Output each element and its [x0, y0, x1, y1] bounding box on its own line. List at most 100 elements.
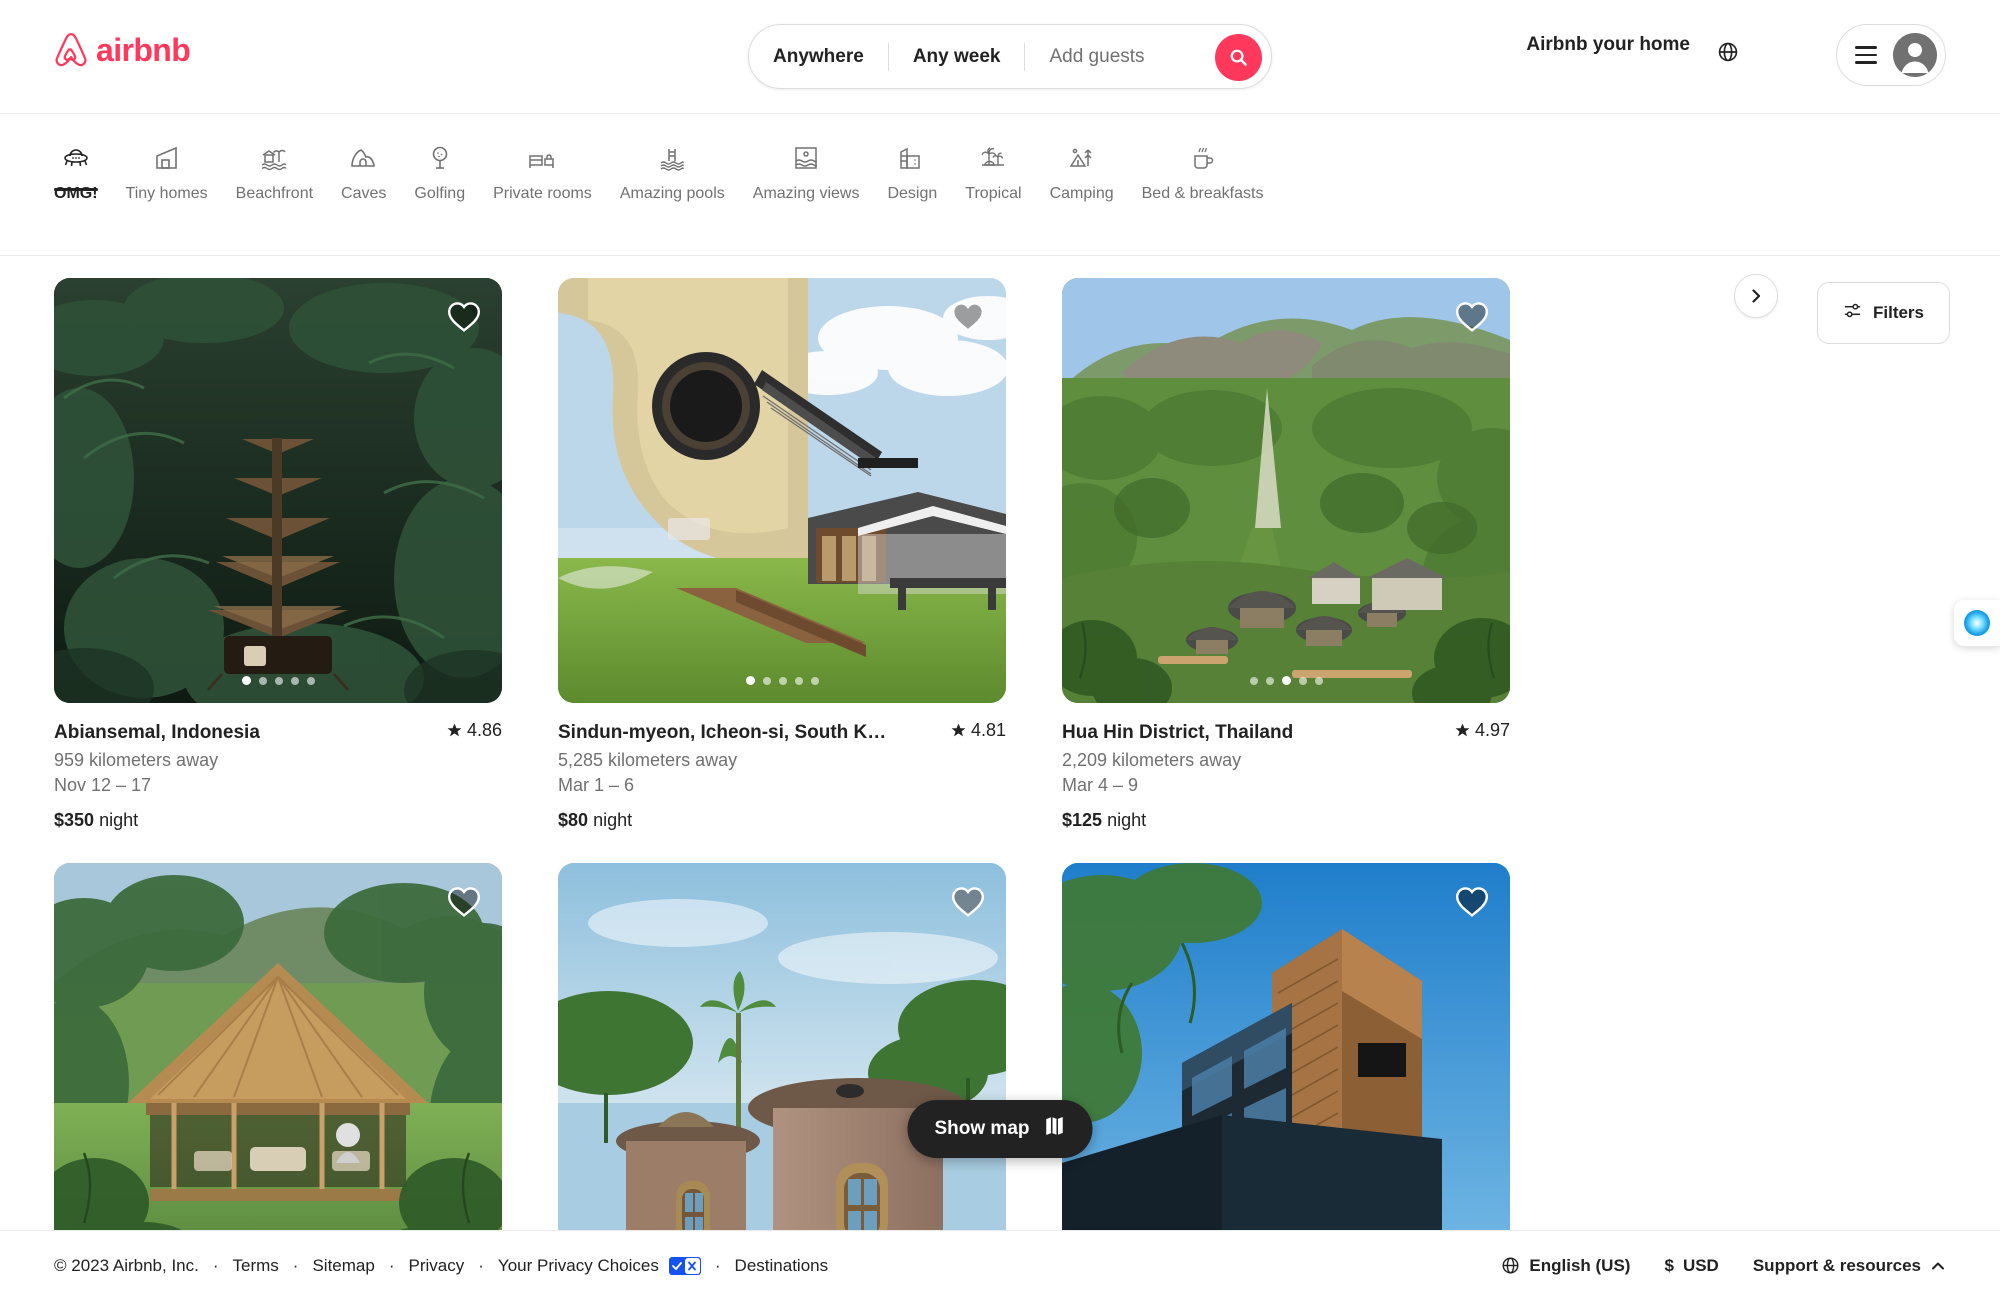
favorite-heart-button[interactable]: [1454, 298, 1490, 334]
listing-card[interactable]: Sindun-myeon, Icheon-si, South K… 4.81 5…: [558, 278, 1006, 831]
footer-link-privacy[interactable]: Privacy: [409, 1256, 465, 1276]
airbnb-your-home-link[interactable]: Airbnb your home: [1526, 34, 1690, 56]
listing-image[interactable]: [1062, 278, 1510, 703]
listing-card[interactable]: Abiansemal, Indonesia 4.86 959 kilometer…: [54, 278, 502, 831]
footer-currency-button[interactable]: $ USD: [1664, 1256, 1718, 1276]
carousel-dot[interactable]: [762, 676, 771, 685]
golf-icon: [425, 142, 455, 174]
image-carousel-dots[interactable]: [54, 676, 502, 685]
search-bar[interactable]: Anywhere Any week Add guests: [748, 24, 1272, 89]
show-map-label: Show map: [934, 1118, 1030, 1139]
listing-dates: Mar 1 – 6: [558, 775, 635, 795]
footer-language-button[interactable]: English (US): [1501, 1256, 1630, 1276]
search-when-button[interactable]: Any week: [889, 46, 1025, 68]
category-bed-and-breakfasts[interactable]: Bed & breakfasts: [1128, 114, 1278, 203]
category-golfing[interactable]: Golfing: [400, 114, 479, 203]
pool-icon: [657, 142, 687, 174]
star-icon: [1455, 723, 1470, 737]
search-where-button[interactable]: Anywhere: [749, 46, 888, 68]
listing-rating: 4.81: [951, 720, 1006, 741]
ufo-icon: [61, 142, 91, 174]
design-icon: [897, 142, 927, 174]
listing-title-row: Sindun-myeon, Icheon-si, South K… 4.81: [558, 720, 1006, 744]
listing-image[interactable]: [1062, 863, 1510, 1288]
category-label: Amazing views: [752, 185, 860, 202]
image-carousel-dots[interactable]: [558, 676, 1006, 685]
globe-icon: [1718, 42, 1738, 62]
listing-distance: 5,285 kilometers away: [558, 750, 738, 770]
image-carousel-dots[interactable]: [1062, 676, 1510, 685]
listing-title: Sindun-myeon, Icheon-si, South K…: [558, 722, 887, 743]
footer-separator: ·: [478, 1255, 484, 1275]
category-scroller[interactable]: OMG! Tiny homes Beachfront Caves Golfing…: [40, 114, 1740, 256]
footer-link-terms[interactable]: Terms: [233, 1256, 279, 1276]
avatar: [1893, 33, 1937, 77]
privacy-choices-badge-icon[interactable]: [668, 1256, 701, 1275]
carousel-dot[interactable]: [290, 676, 299, 685]
carousel-dot[interactable]: [1298, 676, 1307, 685]
profile-menu-button[interactable]: [1836, 24, 1946, 86]
carousel-dot[interactable]: [258, 676, 267, 685]
search-guests-button[interactable]: Add guests: [1025, 46, 1168, 68]
category-beachfront[interactable]: Beachfront: [222, 114, 327, 203]
carousel-dot[interactable]: [1281, 676, 1291, 685]
category-camping[interactable]: Camping: [1036, 114, 1128, 203]
view-icon: [791, 142, 821, 174]
category-amazing-pools[interactable]: Amazing pools: [606, 114, 739, 203]
carousel-dot[interactable]: [241, 676, 251, 685]
category-amazing-views[interactable]: Amazing views: [739, 114, 874, 203]
airbnb-bely-icon: [54, 32, 88, 68]
heart-icon: [447, 886, 481, 917]
listing-price-amount: $350: [54, 810, 95, 830]
category-tiny-homes[interactable]: Tiny homes: [112, 114, 222, 203]
favorite-heart-button[interactable]: [950, 298, 986, 334]
listing-title: Abiansemal, Indonesia: [54, 722, 260, 743]
language-globe-button[interactable]: [1706, 30, 1750, 74]
footer-links: © 2023 Airbnb, Inc. · Terms · Sitemap · …: [54, 1256, 828, 1276]
hamburger-menu-icon: [1855, 46, 1877, 64]
carousel-dot[interactable]: [274, 676, 283, 685]
carousel-dot[interactable]: [306, 676, 315, 685]
carousel-dot[interactable]: [794, 676, 803, 685]
site-footer: © 2023 Airbnb, Inc. · Terms · Sitemap · …: [0, 1230, 2000, 1300]
footer-settings: English (US) $ USD Support & resources: [1467, 1256, 1946, 1276]
footer-link-your-privacy-choices[interactable]: Your Privacy Choices: [498, 1256, 659, 1276]
carousel-dot[interactable]: [1314, 676, 1323, 685]
carousel-dot[interactable]: [1265, 676, 1274, 685]
listing-image[interactable]: [558, 278, 1006, 703]
footer-link-sitemap[interactable]: Sitemap: [312, 1256, 374, 1276]
category-caves[interactable]: Caves: [327, 114, 400, 203]
footer-link-destinations[interactable]: Destinations: [735, 1256, 829, 1276]
carousel-dot[interactable]: [745, 676, 755, 685]
airbnb-logo[interactable]: airbnb: [54, 32, 191, 68]
category-private-rooms[interactable]: Private rooms: [479, 114, 606, 203]
assistant-orb-button[interactable]: [1954, 600, 2000, 646]
favorite-heart-button[interactable]: [1454, 883, 1490, 919]
listing-price-amount: $80: [558, 810, 589, 830]
footer-support-button[interactable]: Support & resources: [1753, 1256, 1946, 1276]
listing-image[interactable]: [558, 863, 1006, 1288]
heart-icon: [951, 301, 985, 332]
footer-separator: ·: [292, 1255, 299, 1275]
category-label: Amazing pools: [619, 185, 725, 202]
jungle-treehouse-photo: [54, 278, 502, 703]
bamboo-pavilion-photo: [54, 863, 502, 1288]
heart-icon: [951, 886, 985, 917]
category-design[interactable]: Design: [873, 114, 951, 203]
favorite-heart-button[interactable]: [446, 298, 482, 334]
carousel-dot[interactable]: [778, 676, 787, 685]
category-tropical[interactable]: Tropical: [951, 114, 1035, 203]
category-omg[interactable]: OMG!: [40, 114, 112, 203]
listing-rating: 4.86: [447, 720, 502, 741]
listing-card[interactable]: Hua Hin District, Thailand 4.97 2,209 ki…: [1062, 278, 1510, 831]
favorite-heart-button[interactable]: [446, 883, 482, 919]
user-avatar-icon: [1893, 33, 1937, 77]
carousel-dot[interactable]: [1249, 676, 1258, 685]
listing-image[interactable]: [54, 863, 502, 1288]
show-map-button[interactable]: Show map: [907, 1100, 1093, 1158]
listing-image[interactable]: [54, 278, 502, 703]
favorite-heart-button[interactable]: [950, 883, 986, 919]
search-submit-button[interactable]: [1215, 34, 1262, 81]
carousel-dot[interactable]: [810, 676, 819, 685]
listing-rating-value: 4.81: [970, 720, 1006, 740]
